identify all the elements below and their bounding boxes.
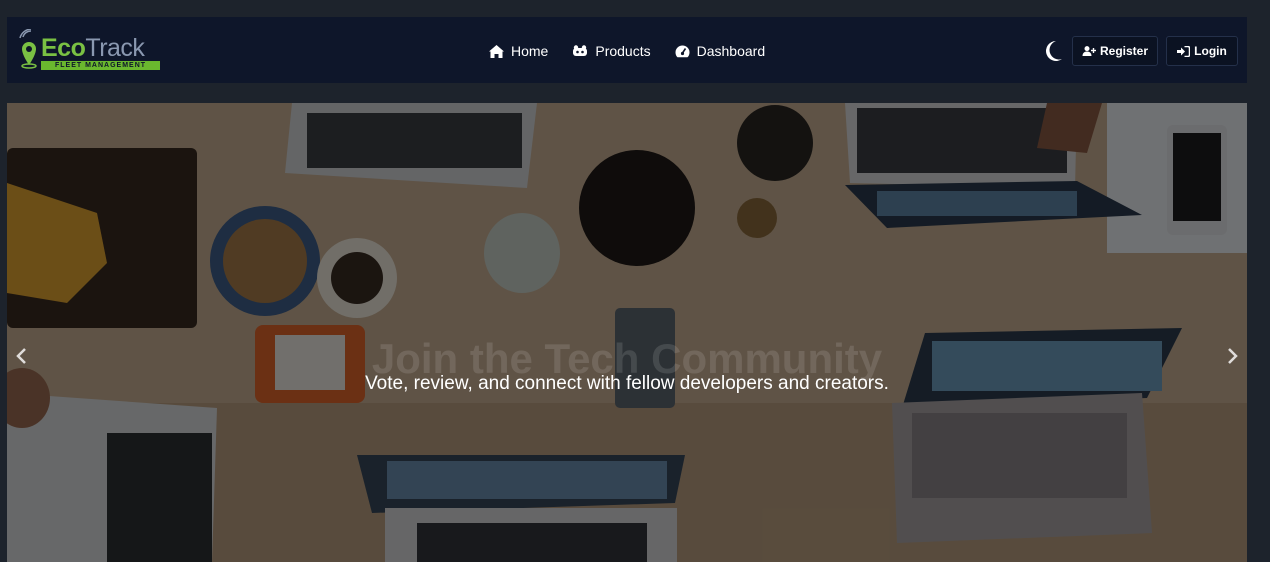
register-button[interactable]: Register	[1072, 36, 1158, 66]
theme-toggle[interactable]	[1043, 40, 1063, 62]
nav-link-products[interactable]: Products	[572, 41, 651, 61]
nav-link-home[interactable]: Home	[489, 41, 548, 61]
hero-carousel: Join the Tech Community Vote, review, an…	[7, 103, 1247, 562]
user-plus-icon	[1082, 46, 1096, 56]
dashboard-icon	[675, 45, 690, 57]
products-icon	[573, 45, 588, 56]
brand-name-secondary: Track	[85, 34, 145, 62]
register-button-label: Register	[1099, 44, 1149, 58]
nav-link-products-label: Products	[595, 43, 651, 59]
nav-link-dashboard[interactable]: Dashboard	[675, 41, 766, 61]
nav-link-dashboard-label: Dashboard	[696, 43, 766, 59]
nav-link-home-label: Home	[511, 43, 549, 59]
login-button[interactable]: Login	[1166, 36, 1238, 66]
navbar: EcoTrack FLEET MANAGEMENT Home Products	[7, 17, 1247, 83]
home-icon	[489, 44, 504, 58]
brand-tagline: FLEET MANAGEMENT	[41, 61, 160, 70]
moon-icon	[1046, 41, 1062, 61]
hero-subtitle: Vote, review, and connect with fellow de…	[365, 373, 889, 394]
login-button-label: Login	[1194, 44, 1227, 58]
nav-links: Home Products Dashboard	[489, 41, 789, 61]
chevron-right-icon	[1228, 348, 1238, 364]
chevron-left-icon	[16, 348, 26, 364]
brand-name: EcoTrack	[41, 34, 145, 62]
carousel-next-button[interactable]	[1225, 347, 1239, 365]
brand-name-primary: Eco	[41, 34, 86, 62]
brand-logo[interactable]: EcoTrack FLEET MANAGEMENT	[19, 29, 164, 73]
sign-in-icon	[1177, 45, 1191, 57]
carousel-prev-button[interactable]	[15, 347, 29, 365]
hero-overlay	[7, 103, 1247, 562]
